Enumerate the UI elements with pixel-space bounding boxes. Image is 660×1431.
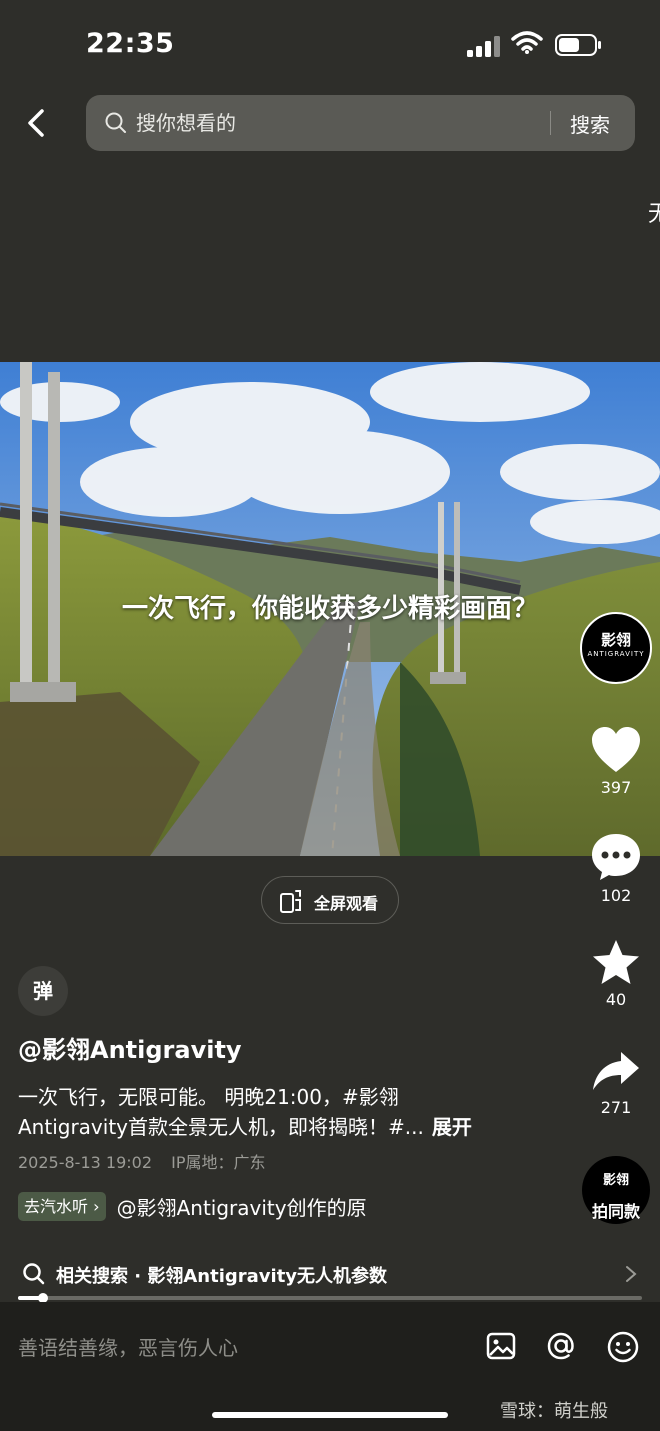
capture-label: 拍同款 (591, 1202, 640, 1221)
music-row: 去汽水听 › @影翎Antigravity创作的原 (18, 1192, 398, 1222)
star-icon (593, 940, 639, 984)
search-button[interactable]: 搜索 (570, 109, 610, 138)
cellular-signal-icon (467, 36, 500, 57)
post-text-line-2-body: Antigravity首款全景无人机，即将揭晓！#... (18, 1115, 424, 1139)
favorite-button[interactable]: 40 (580, 938, 652, 1009)
danmu-toggle-button[interactable]: 弹 (18, 966, 68, 1016)
avatar-logo-text: 影翎 (600, 631, 631, 649)
post-description: 一次飞行，无限可能。 明晚21:00，#影翎 Antigravity首款全景无人… (18, 1082, 578, 1142)
capture-same-style-button[interactable]: 影翎 拍同款 (582, 1156, 650, 1224)
music-title[interactable]: @影翎Antigravity创作的原 (117, 1192, 367, 1221)
status-bar: 22:35 (0, 0, 660, 90)
search-input[interactable] (136, 95, 536, 151)
comment-bubble-icon (592, 834, 640, 880)
capture-logo-text: 影翎 (602, 1173, 629, 1188)
back-arrow-icon[interactable] (22, 107, 50, 139)
search-divider (550, 111, 551, 135)
search-box[interactable]: 搜索 (86, 95, 635, 151)
top-bar: 搜索 (0, 95, 660, 151)
like-button[interactable]: 397 (580, 726, 652, 797)
fullscreen-button[interactable]: 全屏观看 (261, 876, 399, 924)
author-name[interactable]: @影翎Antigravity (18, 1030, 242, 1065)
post-text-line-1: 一次飞行，无限可能。 明晚21:00，#影翎 (18, 1085, 399, 1109)
fullscreen-label: 全屏观看 (314, 894, 379, 913)
image-icon[interactable] (485, 1330, 517, 1362)
favorite-count: 40 (605, 990, 627, 1009)
search-icon (23, 1263, 45, 1285)
status-time: 22:35 (86, 28, 175, 59)
heart-icon (592, 727, 640, 772)
home-indicator[interactable] (212, 1412, 448, 1418)
music-app-link[interactable]: 去汽水听 › (18, 1192, 106, 1221)
emoji-icon[interactable] (606, 1330, 640, 1364)
post-text-line-2: Antigravity首款全景无人机，即将揭晓！#... 展开 (18, 1112, 578, 1142)
like-count: 397 (600, 778, 632, 797)
video-caption: 一次飞行，你能收获多少精彩画面？ (121, 594, 538, 624)
ip-location: IP属地：广东 (171, 1153, 266, 1172)
expand-link[interactable]: 展开 (432, 1115, 472, 1139)
share-arrow-icon (593, 1052, 639, 1090)
post-date: 2025-8-13 19:02 (18, 1153, 152, 1172)
video-player[interactable]: 一次飞行，你能收获多少精彩画面？ (0, 362, 660, 856)
chevron-right-icon (626, 1266, 637, 1282)
xueqiu-watermark: 雪球：萌生般 (500, 1401, 608, 1422)
post-meta: 2025-8-13 19:02 IP属地：广东 (18, 1149, 279, 1173)
share-count: 271 (600, 1098, 632, 1117)
video-progress-bar[interactable] (18, 1293, 642, 1303)
related-search-text: 相关搜索 · 影翎Antigravity无人机参数 (56, 1266, 388, 1287)
avatar-logo-subtext: ANTIGRAVITY (587, 650, 645, 658)
share-button[interactable]: 271 (580, 1050, 652, 1117)
search-icon (105, 112, 126, 133)
rotate-phone-icon (280, 890, 301, 913)
comment-count: 102 (600, 886, 632, 905)
related-search-bar[interactable]: 相关搜索 · 影翎Antigravity无人机参数 (18, 1258, 642, 1290)
offscreen-tab-text: 无 (648, 202, 660, 227)
battery-icon (555, 34, 601, 56)
comment-input[interactable] (18, 1330, 458, 1366)
author-avatar[interactable]: 影翎 ANTIGRAVITY (580, 612, 652, 684)
wifi-icon (511, 31, 543, 54)
mention-at-icon[interactable] (545, 1330, 577, 1362)
bottom-bar: 雪球：萌生般 (0, 1302, 660, 1431)
comment-button[interactable]: 102 (580, 832, 652, 905)
